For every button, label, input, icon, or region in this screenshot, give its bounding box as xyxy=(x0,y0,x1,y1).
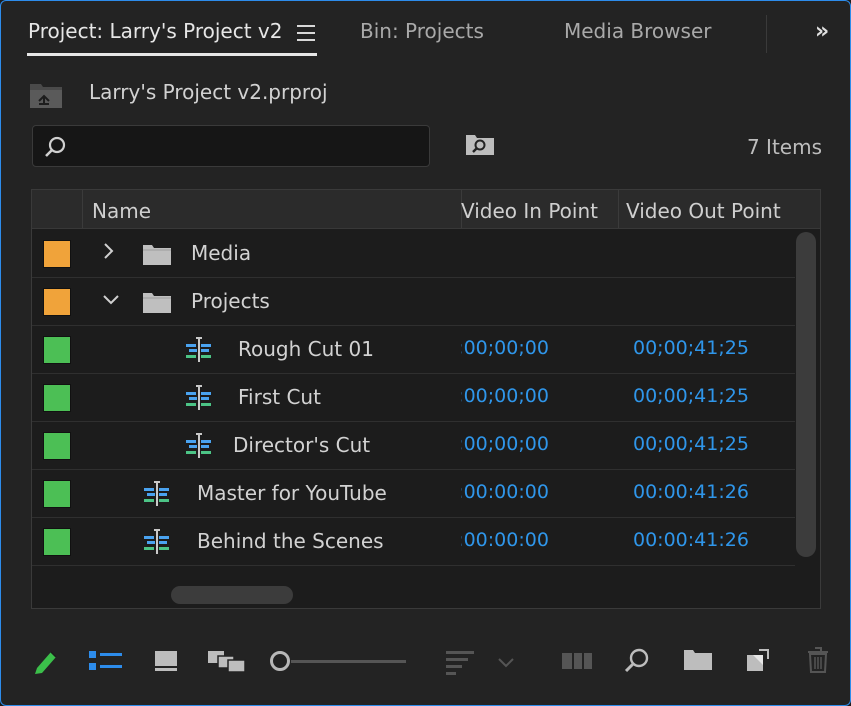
tab-overflow-icon[interactable]: » xyxy=(815,19,829,44)
tab-media-browser[interactable]: Media Browser xyxy=(564,19,711,43)
list-item[interactable]: Projects xyxy=(32,278,795,326)
label-color-swatch[interactable] xyxy=(43,480,71,508)
item-name: Projects xyxy=(191,289,270,313)
zoom-slider[interactable] xyxy=(291,660,406,663)
tab-project[interactable]: Project: Larry's Project v2 xyxy=(28,19,282,43)
list-item[interactable]: Media xyxy=(32,230,795,278)
sequence-icon xyxy=(142,529,172,559)
zoom-slider-handle[interactable] xyxy=(270,651,290,671)
column-header-name[interactable]: Name xyxy=(92,190,452,228)
video-in-point: 00:00:00:00 xyxy=(461,481,549,503)
label-color-swatch[interactable] xyxy=(43,384,71,412)
new-bin-icon[interactable] xyxy=(683,648,713,676)
icon-view-icon[interactable] xyxy=(153,650,179,676)
project-filename: Larry's Project v2.prproj xyxy=(89,80,328,104)
new-search-bin-icon[interactable] xyxy=(465,133,495,161)
video-in-point: 00;00;00;00 xyxy=(461,385,549,407)
sequence-icon xyxy=(184,337,214,367)
vertical-scrollbar[interactable] xyxy=(796,232,816,557)
active-tab-indicator xyxy=(27,53,317,56)
search-field[interactable] xyxy=(32,125,430,167)
video-out-point: 00;00;41;25 xyxy=(633,385,749,407)
video-in-point: 00;00;00;00 xyxy=(461,433,549,455)
sort-icon[interactable] xyxy=(445,649,475,679)
column-separator[interactable] xyxy=(618,190,619,228)
freeform-view-icon[interactable] xyxy=(207,649,247,677)
sequence-icon xyxy=(142,481,172,511)
list-item[interactable]: Director's Cut 00;00;00;00 00;00;41;25 xyxy=(32,422,795,470)
trash-icon[interactable] xyxy=(806,646,830,678)
list-item[interactable]: Rough Cut 01 00;00;00;00 00;00;41;25 xyxy=(32,326,795,374)
column-header-video-in-point[interactable]: Video In Point xyxy=(461,190,618,228)
video-in-point: 00:00:00:00 xyxy=(461,529,549,551)
chevron-right-icon[interactable] xyxy=(102,242,116,264)
item-name: First Cut xyxy=(238,385,321,409)
label-color-swatch[interactable] xyxy=(43,336,71,364)
project-panel: Project: Larry's Project v2 Bin: Project… xyxy=(0,0,851,706)
video-out-point: 00:00:41:26 xyxy=(633,481,749,503)
automate-to-sequence-icon[interactable] xyxy=(561,651,593,675)
video-out-point: 00;00;41;25 xyxy=(633,337,749,359)
item-name: Media xyxy=(191,241,252,265)
tab-bin-projects[interactable]: Bin: Projects xyxy=(360,19,484,43)
sequence-icon xyxy=(184,385,214,415)
tab-divider xyxy=(766,15,767,53)
folder-icon xyxy=(142,244,172,270)
label-color-swatch[interactable] xyxy=(43,432,71,460)
column-separator[interactable] xyxy=(82,190,83,228)
up-folder-icon[interactable] xyxy=(29,81,63,113)
new-item-icon[interactable] xyxy=(745,647,771,677)
label-color-swatch[interactable] xyxy=(43,288,71,316)
pencil-icon[interactable] xyxy=(31,646,61,680)
item-name: Master for YouTube xyxy=(197,481,387,505)
panel-menu-icon[interactable] xyxy=(297,25,315,46)
label-color-swatch[interactable] xyxy=(43,528,71,556)
video-out-point: 00:00:41:26 xyxy=(633,529,749,551)
label-color-swatch[interactable] xyxy=(43,240,71,268)
project-item-list: Name Video In Point Video Out Point Medi… xyxy=(31,189,821,609)
sequence-icon xyxy=(184,433,214,463)
list-item[interactable]: Behind the Scenes 00:00:00:00 00:00:41:2… xyxy=(32,518,795,566)
item-name: Behind the Scenes xyxy=(197,529,384,553)
search-input[interactable] xyxy=(77,132,421,160)
item-name: Rough Cut 01 xyxy=(238,337,374,361)
chevron-down-icon[interactable] xyxy=(102,292,120,311)
item-name: Director's Cut xyxy=(233,433,371,457)
horizontal-scrollbar[interactable] xyxy=(171,586,293,604)
column-header-video-out-point[interactable]: Video Out Point xyxy=(626,190,816,228)
items-count: 7 Items xyxy=(746,135,822,159)
folder-icon xyxy=(142,292,172,318)
list-header: Name Video In Point Video Out Point xyxy=(32,190,820,229)
search-icon xyxy=(43,135,67,163)
video-out-point: 00;00;41;25 xyxy=(633,433,749,455)
list-item[interactable]: First Cut 00;00;00;00 00;00;41;25 xyxy=(32,374,795,422)
find-icon[interactable] xyxy=(623,647,651,679)
video-in-point: 00;00;00;00 xyxy=(461,337,549,359)
list-view-icon[interactable] xyxy=(88,650,124,676)
list-item[interactable]: Master for YouTube 00:00:00:00 00:00:41:… xyxy=(32,470,795,518)
chevron-down-icon[interactable] xyxy=(497,654,515,673)
